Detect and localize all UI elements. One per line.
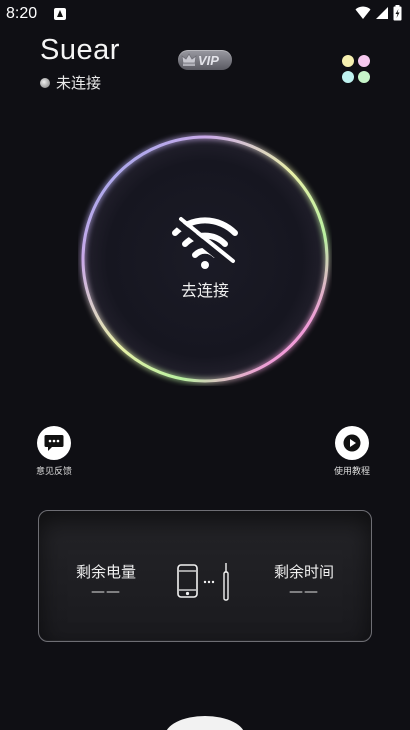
chat-bubble-icon: [44, 435, 64, 451]
vip-label: VIP: [198, 52, 219, 68]
connection-status: 未连接: [40, 72, 101, 93]
feedback-label: 意见反馈: [36, 467, 73, 477]
device-status-card: 剩余电量 —— 剩余时间 ——: [38, 510, 372, 642]
phone-earpick-link-icon: [177, 563, 229, 601]
connect-ring-button[interactable]: 去连接: [78, 132, 332, 386]
feedback-icon-circle: [37, 426, 71, 460]
status-icons: [355, 5, 402, 21]
cell-signal-icon: [376, 7, 388, 19]
play-icon: [343, 434, 361, 452]
menu-dot-cyan: [342, 71, 354, 83]
vip-badge[interactable]: VIP: [178, 50, 232, 70]
menu-dot-pink: [358, 55, 370, 67]
crown-icon: [181, 53, 197, 66]
feedback-button[interactable]: 意见反馈: [36, 426, 72, 477]
wifi-off-icon: [172, 217, 238, 269]
remaining-battery-value: ——: [91, 584, 121, 600]
tutorial-label: 使用教程: [334, 467, 371, 477]
connection-status-text: 未连接: [56, 74, 102, 92]
battery-icon: [393, 5, 402, 21]
remaining-battery: 剩余电量 ——: [51, 561, 161, 600]
remaining-battery-label: 剩余电量: [75, 563, 136, 581]
app-title: Suear: [40, 34, 120, 66]
status-dot-icon: [40, 77, 50, 88]
bottom-handle[interactable]: [165, 716, 245, 730]
menu-button[interactable]: [340, 53, 372, 85]
remaining-time-label: 剩余时间: [273, 563, 334, 581]
connect-content: 去连接: [78, 132, 332, 386]
menu-dot-green: [358, 71, 370, 83]
remaining-time-value: ——: [289, 584, 319, 600]
tutorial-icon-circle: [335, 426, 369, 460]
status-bar: 8:20: [0, 0, 410, 30]
tutorial-button[interactable]: 使用教程: [334, 426, 370, 477]
status-time: 8:20: [6, 5, 38, 22]
remaining-time: 剩余时间 ——: [249, 561, 359, 600]
wifi-signal-icon: [355, 6, 371, 19]
menu-dot-yellow: [342, 55, 354, 67]
connect-label: 去连接: [180, 281, 229, 300]
notification-app-icon: [54, 8, 66, 20]
